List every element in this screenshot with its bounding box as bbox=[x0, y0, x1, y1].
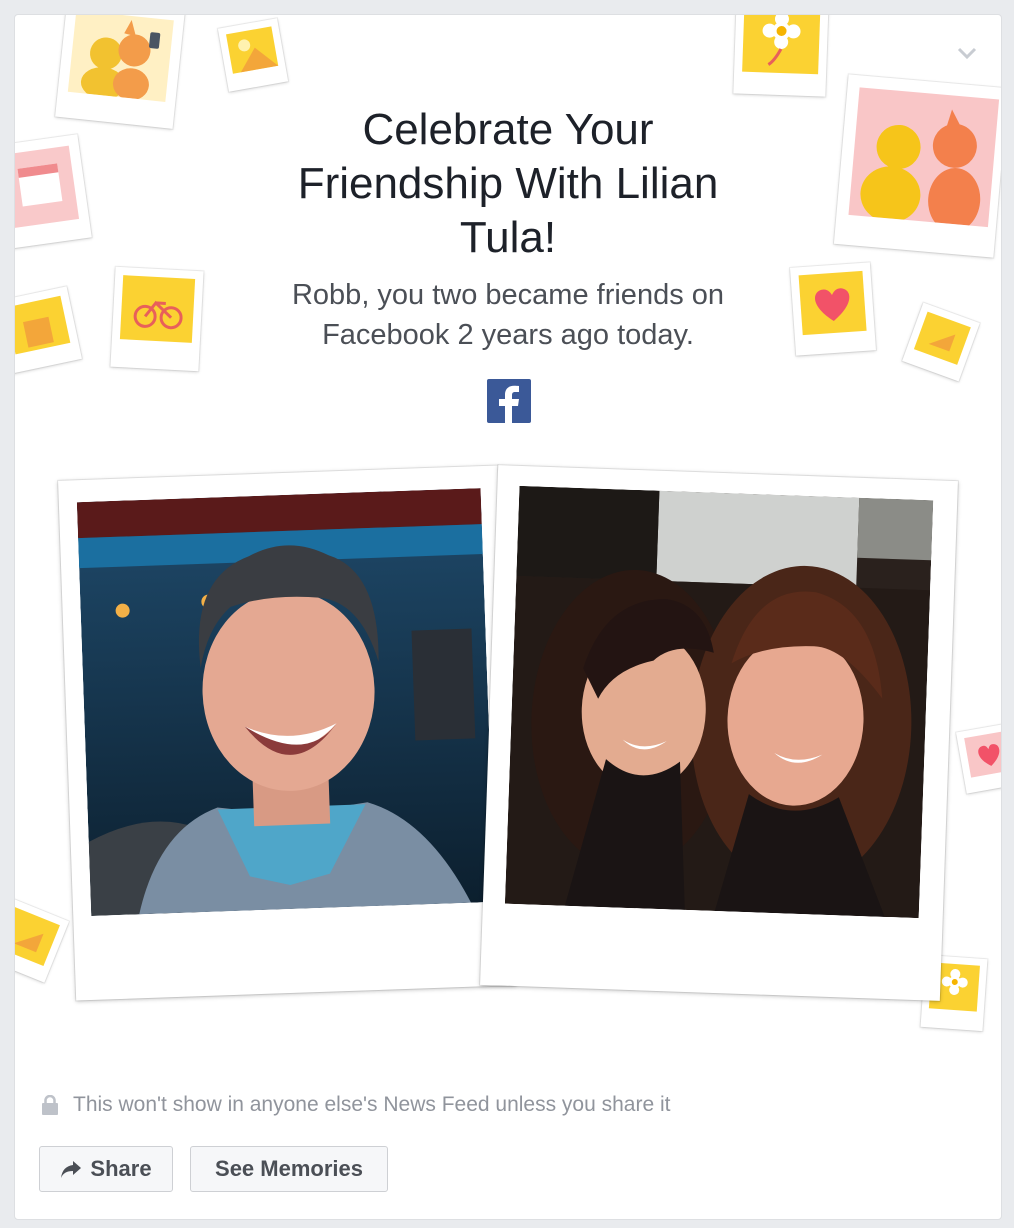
privacy-notice-text: This won't show in anyone else's News Fe… bbox=[73, 1093, 671, 1116]
decoration-sun-photo bbox=[217, 18, 289, 92]
card-subtitle: Robb, you two became friends on Facebook… bbox=[291, 279, 725, 351]
share-button[interactable]: Share bbox=[39, 1146, 173, 1192]
see-memories-button[interactable]: See Memories bbox=[190, 1146, 388, 1192]
decoration-heart-photo bbox=[790, 262, 876, 356]
chevron-down-icon[interactable] bbox=[955, 41, 979, 65]
friend-photo-left-frame bbox=[58, 465, 516, 1001]
facebook-logo-icon bbox=[487, 379, 531, 423]
card-title: Celebrate Your Friendship With Lilian Tu… bbox=[297, 105, 719, 262]
friend-photo-right-frame bbox=[480, 465, 958, 1001]
decoration-calendar-photo bbox=[15, 134, 92, 252]
memory-card: Celebrate Your Friendship With Lilian Tu… bbox=[14, 14, 1002, 1220]
lock-icon bbox=[42, 1095, 58, 1115]
decoration-building-photo bbox=[15, 286, 82, 374]
decoration-bike-photo bbox=[110, 266, 204, 372]
decoration-dogs-kiss bbox=[833, 74, 1001, 258]
privacy-notice: This won't show in anyone else's News Fe… bbox=[41, 1093, 671, 1117]
share-button-label: Share bbox=[90, 1156, 152, 1181]
decoration-flower-photo bbox=[733, 15, 829, 97]
decoration-pizza-photo bbox=[902, 302, 980, 382]
see-memories-label: See Memories bbox=[215, 1156, 363, 1181]
decoration-pizza-photo-2 bbox=[15, 897, 70, 983]
share-arrow-icon bbox=[61, 1161, 82, 1178]
friend-photo-robb[interactable] bbox=[76, 488, 496, 916]
friend-photo-lilian[interactable] bbox=[504, 485, 934, 919]
decoration-dogs-selfie bbox=[55, 15, 185, 129]
decoration-small-heart-photo bbox=[956, 722, 1001, 794]
